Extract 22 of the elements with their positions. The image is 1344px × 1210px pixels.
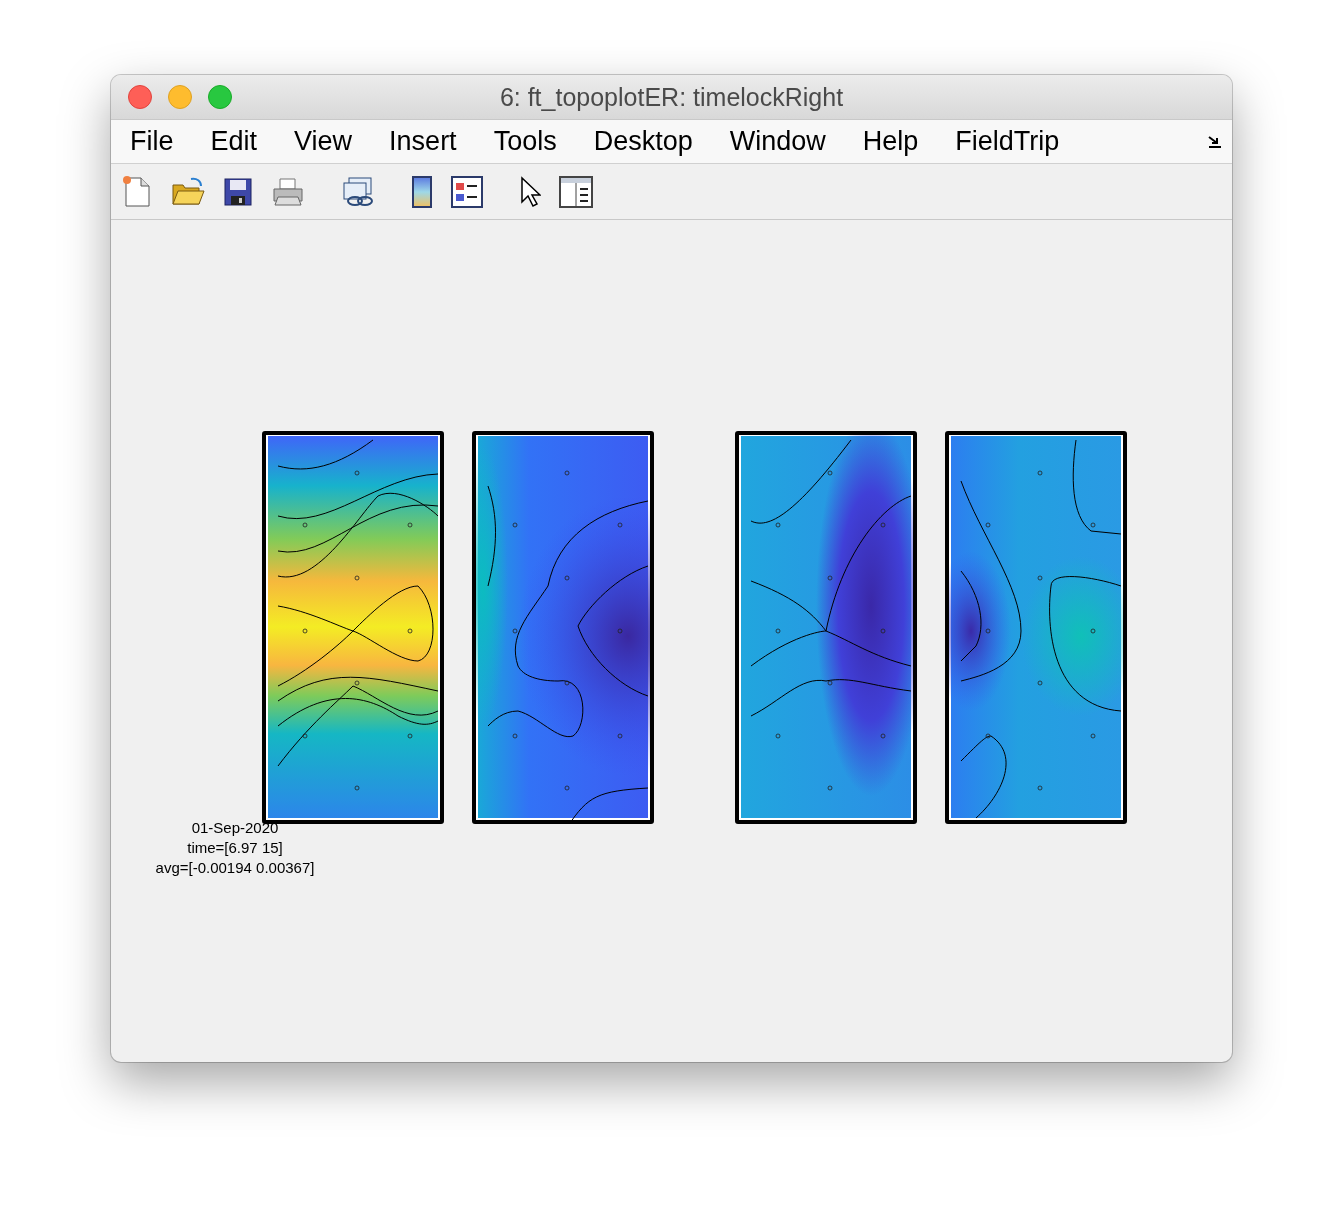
overflow-arrow-icon[interactable] <box>1208 136 1222 148</box>
menu-item[interactable]: Edit <box>210 126 258 157</box>
close-button[interactable] <box>128 85 152 109</box>
property-editor-icon[interactable] <box>559 175 593 208</box>
link-plot-icon[interactable] <box>341 175 375 208</box>
legend-icon[interactable] <box>451 175 483 208</box>
colorbar-icon[interactable] <box>411 175 433 208</box>
save-icon[interactable] <box>223 176 253 207</box>
menu-item[interactable]: Insert <box>389 126 457 157</box>
menu-item[interactable]: View <box>294 126 353 157</box>
print-icon[interactable] <box>271 176 305 207</box>
menu-item[interactable]: FieldTrip <box>955 126 1060 157</box>
window-title: 6: ft_topoplotER: timelockRight <box>499 82 844 112</box>
menu-item[interactable]: File <box>130 126 174 157</box>
menu-item[interactable]: Desktop <box>593 126 693 157</box>
menu-item[interactable]: Window <box>729 126 826 157</box>
menu-item[interactable]: Tools <box>493 126 557 157</box>
menu-item[interactable]: Help <box>862 126 919 157</box>
new-file-icon[interactable] <box>121 174 153 209</box>
open-folder-icon[interactable] <box>171 176 205 207</box>
plot-annotation: 01-Sep-2020 time=[6.97 15] avg=[-0.00194 0.00367] <box>154 818 316 878</box>
pointer-icon[interactable] <box>519 175 541 208</box>
